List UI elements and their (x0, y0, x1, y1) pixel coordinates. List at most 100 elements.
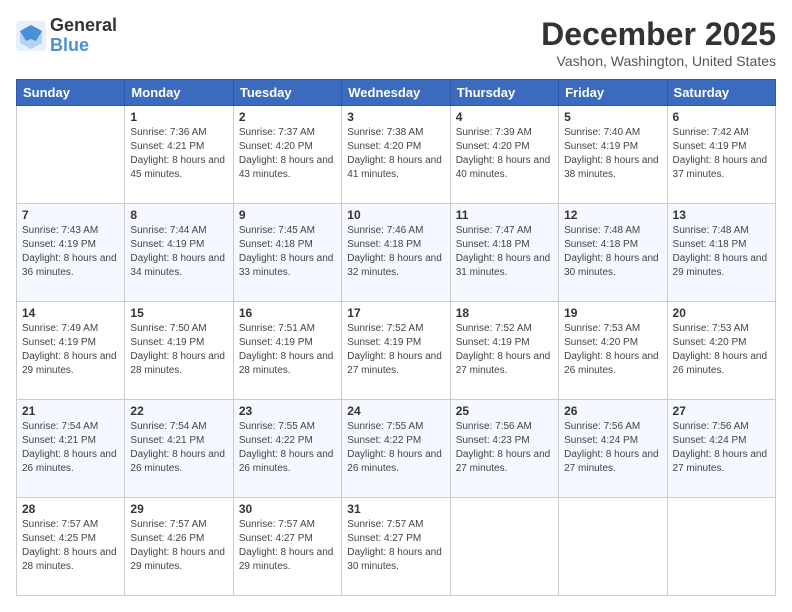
day-info: Sunrise: 7:48 AMSunset: 4:18 PMDaylight:… (673, 224, 770, 280)
day-info: Sunrise: 7:57 AMSunset: 4:25 PMDaylight:… (22, 518, 119, 574)
calendar-cell: 30 Sunrise: 7:57 AMSunset: 4:27 PMDayligh… (233, 498, 341, 596)
calendar-cell: 16 Sunrise: 7:51 AMSunset: 4:19 PMDayligh… (233, 302, 341, 400)
day-info: Sunrise: 7:47 AMSunset: 4:18 PMDaylight:… (456, 224, 553, 280)
day-number: 4 (456, 110, 553, 124)
day-number: 10 (347, 208, 444, 222)
calendar-cell: 2Sunrise: 7:37 AMSunset: 4:20 PMDaylight… (233, 106, 341, 204)
day-number: 23 (239, 404, 336, 418)
calendar-cell: 9Sunrise: 7:45 AMSunset: 4:18 PMDaylight… (233, 204, 341, 302)
calendar-cell: 26 Sunrise: 7:56 AMSunset: 4:24 PMDayligh… (559, 400, 667, 498)
day-number: 16 (239, 306, 336, 320)
calendar-cell: 7 Sunrise: 7:43 AMSunset: 4:19 PMDaylight… (17, 204, 125, 302)
calendar-cell: 6 Sunrise: 7:42 AMSunset: 4:19 PMDaylight… (667, 106, 775, 204)
day-info: Sunrise: 7:56 AMSunset: 4:24 PMDaylight:… (673, 420, 770, 476)
calendar-cell: 29 Sunrise: 7:57 AMSunset: 4:26 PMDayligh… (125, 498, 233, 596)
day-number: 22 (130, 404, 227, 418)
calendar-week-row: 14 Sunrise: 7:49 AMSunset: 4:19 PMDayligh… (17, 302, 776, 400)
month-title: December 2025 (541, 16, 776, 53)
calendar-cell: 27 Sunrise: 7:56 AMSunset: 4:24 PMDayligh… (667, 400, 775, 498)
calendar-cell: 5Sunrise: 7:40 AMSunset: 4:19 PMDaylight… (559, 106, 667, 204)
calendar-cell: 21 Sunrise: 7:54 AMSunset: 4:21 PMDayligh… (17, 400, 125, 498)
day-info: Sunrise: 7:52 AMSunset: 4:19 PMDaylight:… (456, 322, 553, 378)
day-info: Sunrise: 7:42 AMSunset: 4:19 PMDaylight:… (673, 126, 770, 182)
day-info: Sunrise: 7:57 AMSunset: 4:26 PMDaylight:… (130, 518, 227, 574)
day-number: 26 (564, 404, 661, 418)
day-info: Sunrise: 7:51 AMSunset: 4:19 PMDaylight:… (239, 322, 336, 378)
day-number: 19 (564, 306, 661, 320)
calendar-table: SundayMondayTuesdayWednesdayThursdayFrid… (16, 79, 776, 596)
day-number: 20 (673, 306, 770, 320)
calendar-cell: 31 Sunrise: 7:57 AMSunset: 4:27 PMDayligh… (342, 498, 450, 596)
calendar-cell: 25 Sunrise: 7:56 AMSunset: 4:23 PMDayligh… (450, 400, 558, 498)
location: Vashon, Washington, United States (541, 53, 776, 69)
calendar-cell: 18 Sunrise: 7:52 AMSunset: 4:19 PMDayligh… (450, 302, 558, 400)
title-block: December 2025 Vashon, Washington, United… (541, 16, 776, 69)
header: General Blue December 2025 Vashon, Washi… (16, 16, 776, 69)
day-info: Sunrise: 7:54 AMSunset: 4:21 PMDaylight:… (22, 420, 119, 476)
calendar-cell: 8 Sunrise: 7:44 AMSunset: 4:19 PMDaylight… (125, 204, 233, 302)
day-info: Sunrise: 7:56 AMSunset: 4:23 PMDaylight:… (456, 420, 553, 476)
day-info: Sunrise: 7:57 AMSunset: 4:27 PMDaylight:… (239, 518, 336, 574)
day-info: Sunrise: 7:55 AMSunset: 4:22 PMDaylight:… (239, 420, 336, 476)
day-number: 31 (347, 502, 444, 516)
logo-blue-text: Blue (50, 36, 117, 56)
day-number: 9 (239, 208, 336, 222)
calendar-week-row: 7 Sunrise: 7:43 AMSunset: 4:19 PMDaylight… (17, 204, 776, 302)
calendar-cell: 10 Sunrise: 7:46 AMSunset: 4:18 PMDayligh… (342, 204, 450, 302)
day-info: Sunrise: 7:54 AMSunset: 4:21 PMDaylight:… (130, 420, 227, 476)
day-info: Sunrise: 7:49 AMSunset: 4:19 PMDaylight:… (22, 322, 119, 378)
calendar-cell: 13Sunrise: 7:48 AMSunset: 4:18 PMDayligh… (667, 204, 775, 302)
day-info: Sunrise: 7:44 AMSunset: 4:19 PMDaylight:… (130, 224, 227, 280)
weekday-header-wednesday: Wednesday (342, 80, 450, 106)
day-number: 1 (130, 110, 227, 124)
day-info: Sunrise: 7:57 AMSunset: 4:27 PMDaylight:… (347, 518, 444, 574)
calendar-cell: 22 Sunrise: 7:54 AMSunset: 4:21 PMDayligh… (125, 400, 233, 498)
calendar-cell (667, 498, 775, 596)
calendar-week-row: 21 Sunrise: 7:54 AMSunset: 4:21 PMDayligh… (17, 400, 776, 498)
day-info: Sunrise: 7:56 AMSunset: 4:24 PMDaylight:… (564, 420, 661, 476)
day-number: 30 (239, 502, 336, 516)
day-number: 14 (22, 306, 119, 320)
calendar-cell: 14 Sunrise: 7:49 AMSunset: 4:19 PMDayligh… (17, 302, 125, 400)
day-number: 6 (673, 110, 770, 124)
day-number: 21 (22, 404, 119, 418)
calendar-cell: 3Sunrise: 7:38 AMSunset: 4:20 PMDaylight… (342, 106, 450, 204)
day-number: 8 (130, 208, 227, 222)
weekday-header-thursday: Thursday (450, 80, 558, 106)
day-info: Sunrise: 7:53 AMSunset: 4:20 PMDaylight:… (673, 322, 770, 378)
logo-text: General Blue (50, 16, 117, 56)
day-info: Sunrise: 7:50 AMSunset: 4:19 PMDaylight:… (130, 322, 227, 378)
calendar-week-row: 28 Sunrise: 7:57 AMSunset: 4:25 PMDayligh… (17, 498, 776, 596)
logo-icon (16, 21, 46, 51)
day-number: 25 (456, 404, 553, 418)
day-info: Sunrise: 7:52 AMSunset: 4:19 PMDaylight:… (347, 322, 444, 378)
logo: General Blue (16, 16, 117, 56)
day-number: 5 (564, 110, 661, 124)
day-info: Sunrise: 7:55 AMSunset: 4:22 PMDaylight:… (347, 420, 444, 476)
calendar-cell: 24 Sunrise: 7:55 AMSunset: 4:22 PMDayligh… (342, 400, 450, 498)
logo-general-text: General (50, 16, 117, 36)
weekday-header-tuesday: Tuesday (233, 80, 341, 106)
calendar-cell: 11 Sunrise: 7:47 AMSunset: 4:18 PMDayligh… (450, 204, 558, 302)
day-number: 27 (673, 404, 770, 418)
day-info: Sunrise: 7:43 AMSunset: 4:19 PMDaylight:… (22, 224, 119, 280)
calendar-cell (17, 106, 125, 204)
weekday-header-monday: Monday (125, 80, 233, 106)
day-number: 28 (22, 502, 119, 516)
day-info: Sunrise: 7:53 AMSunset: 4:20 PMDaylight:… (564, 322, 661, 378)
calendar-cell: 17Sunrise: 7:52 AMSunset: 4:19 PMDayligh… (342, 302, 450, 400)
day-info: Sunrise: 7:39 AMSunset: 4:20 PMDaylight:… (456, 126, 553, 182)
day-number: 18 (456, 306, 553, 320)
day-info: Sunrise: 7:46 AMSunset: 4:18 PMDaylight:… (347, 224, 444, 280)
calendar-cell: 19 Sunrise: 7:53 AMSunset: 4:20 PMDayligh… (559, 302, 667, 400)
day-number: 24 (347, 404, 444, 418)
day-number: 7 (22, 208, 119, 222)
day-number: 11 (456, 208, 553, 222)
calendar-cell: 20 Sunrise: 7:53 AMSunset: 4:20 PMDayligh… (667, 302, 775, 400)
calendar-cell: 12Sunrise: 7:48 AMSunset: 4:18 PMDayligh… (559, 204, 667, 302)
calendar-cell: 1Sunrise: 7:36 AMSunset: 4:21 PMDaylight… (125, 106, 233, 204)
weekday-header-sunday: Sunday (17, 80, 125, 106)
day-info: Sunrise: 7:48 AMSunset: 4:18 PMDaylight:… (564, 224, 661, 280)
day-number: 29 (130, 502, 227, 516)
calendar-cell (450, 498, 558, 596)
